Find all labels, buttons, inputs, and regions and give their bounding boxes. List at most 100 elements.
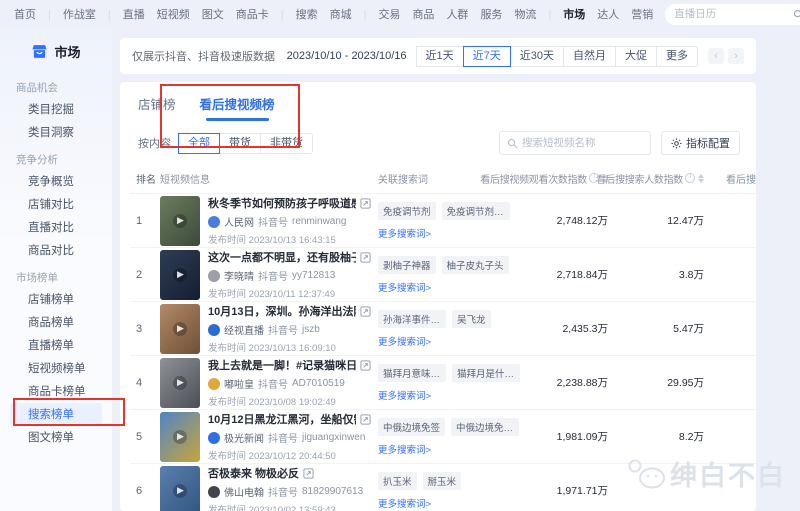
video-title[interactable]: 秋冬季节如何预防孩子呼吸道感染，钟南山... bbox=[208, 195, 356, 211]
tab-0[interactable]: 店铺榜 bbox=[138, 94, 176, 119]
top-nav-item-9[interactable]: 商品 bbox=[412, 6, 434, 22]
video-title[interactable]: 10月13日，深圳。孙海洋出法院后表示对判... bbox=[208, 303, 356, 319]
range-button-5[interactable]: 更多 bbox=[656, 46, 698, 67]
content-filter-2[interactable]: 非带货 bbox=[260, 133, 313, 154]
video-thumbnail[interactable]: ▶ bbox=[160, 412, 200, 462]
top-nav-item-5[interactable]: 商品卡 bbox=[236, 6, 284, 22]
video-title[interactable]: 10月12日黑龙江黑河，坐船仅需7分钟到达... bbox=[208, 411, 356, 427]
more-search-terms-link[interactable]: 更多搜索词> bbox=[378, 442, 528, 456]
top-nav-item-8[interactable]: 交易 bbox=[378, 6, 400, 22]
expand-icon[interactable] bbox=[303, 468, 314, 479]
douyin-id: renminwang bbox=[292, 216, 346, 227]
metric-config-button[interactable]: 指标配置 bbox=[661, 131, 740, 155]
search-term-chip: 柚子皮丸子头 bbox=[442, 256, 509, 274]
sidebar-item-6[interactable]: 直播对比 bbox=[0, 216, 112, 239]
more-search-terms-link[interactable]: 更多搜索词> bbox=[378, 388, 528, 402]
account-name[interactable]: 人民网 bbox=[224, 214, 254, 229]
video-search[interactable] bbox=[499, 131, 651, 155]
search-terms-cell: 剥柚子神器 柚子皮丸子头 更多搜索词> bbox=[378, 256, 528, 294]
rank: 3 bbox=[130, 323, 160, 335]
top-nav-item-13[interactable]: 市场 bbox=[563, 6, 585, 22]
top-nav-item-0[interactable]: 首页 bbox=[14, 6, 51, 22]
account-name[interactable]: 极光新闻 bbox=[224, 430, 264, 445]
prev-date-button[interactable]: ‹ bbox=[708, 48, 724, 64]
more-search-terms-link[interactable]: 更多搜索词> bbox=[378, 496, 528, 510]
account-name[interactable]: 佛山电翰 bbox=[224, 484, 264, 499]
date-pager: ‹ › bbox=[708, 48, 744, 64]
tab-1[interactable]: 看后搜视频榜 bbox=[200, 94, 275, 119]
top-nav-item-6[interactable]: 搜索 bbox=[296, 6, 318, 22]
video-thumbnail[interactable]: ▶ bbox=[160, 304, 200, 354]
video-title[interactable]: 这次一点都不明显，还有股柚子的清香，家... bbox=[208, 249, 356, 265]
video-thumbnail[interactable]: ▶ bbox=[160, 358, 200, 408]
expand-icon[interactable] bbox=[360, 360, 371, 371]
top-nav-item-7[interactable]: 商城 bbox=[330, 6, 367, 22]
content-filter-0[interactable]: 全部 bbox=[178, 133, 220, 154]
search-icon bbox=[793, 9, 800, 20]
more-search-terms-link[interactable]: 更多搜索词> bbox=[378, 226, 528, 240]
range-button-3[interactable]: 自然月 bbox=[563, 46, 616, 67]
top-nav-item-4[interactable]: 图文 bbox=[202, 6, 224, 22]
video-title[interactable]: 否极泰来 物极必反 bbox=[208, 465, 299, 481]
expand-icon[interactable] bbox=[360, 198, 371, 209]
play-icon: ▶ bbox=[173, 268, 187, 282]
market-icon bbox=[31, 43, 48, 60]
video-thumbnail[interactable]: ▶ bbox=[160, 196, 200, 246]
searcher-index-value: 8.2万 bbox=[608, 429, 704, 444]
sidebar-item-10[interactable]: 商品榜单 bbox=[0, 311, 112, 334]
publish-time: 2023/10/12 20:44:50 bbox=[249, 451, 336, 462]
nav-search-input[interactable] bbox=[674, 8, 789, 20]
douyin-label: 抖音号 bbox=[258, 376, 288, 391]
range-button-0[interactable]: 近1天 bbox=[416, 46, 464, 67]
rank: 1 bbox=[130, 215, 160, 227]
next-date-button[interactable]: › bbox=[728, 48, 744, 64]
publish-label: 发布时间 bbox=[208, 397, 246, 408]
video-info-cell: ▶ 秋冬季节如何预防孩子呼吸道感染，钟南山... 人民网 bbox=[160, 195, 378, 246]
top-nav-item-3[interactable]: 短视频 bbox=[157, 6, 190, 22]
sidebar-item-7[interactable]: 商品对比 bbox=[0, 239, 112, 262]
video-thumbnail[interactable]: ▶ bbox=[160, 466, 200, 511]
more-search-terms-link[interactable]: 更多搜索词> bbox=[378, 334, 528, 348]
top-nav-item-1[interactable]: 作战室 bbox=[63, 6, 111, 22]
sidebar-item-9[interactable]: 店铺榜单 bbox=[0, 288, 112, 311]
douyin-label: 抖音号 bbox=[268, 322, 298, 337]
top-nav-item-15[interactable]: 营销 bbox=[631, 6, 653, 22]
publish-label: 发布时间 bbox=[208, 451, 246, 462]
sidebar-item-5[interactable]: 店铺对比 bbox=[0, 193, 112, 216]
video-thumbnail[interactable]: ▶ bbox=[160, 250, 200, 300]
sidebar-item-14[interactable]: 搜索榜单 bbox=[10, 403, 102, 426]
top-nav-item-14[interactable]: 达人 bbox=[597, 6, 619, 22]
expand-icon[interactable] bbox=[360, 252, 371, 263]
expand-icon[interactable] bbox=[360, 414, 371, 425]
video-title[interactable]: 我上去就是一脚！#记录猫咪日常 #动物的迷... bbox=[208, 357, 356, 373]
info-icon bbox=[685, 173, 695, 183]
sidebar-item-13[interactable]: 商品卡榜单 bbox=[0, 380, 112, 403]
avatar bbox=[208, 216, 220, 228]
search-term-chip: 掰玉米 bbox=[423, 472, 462, 490]
sidebar-item-12[interactable]: 短视频榜单 bbox=[0, 357, 112, 380]
date-range[interactable]: 2023/10/10 - 2023/10/16 bbox=[287, 50, 407, 62]
top-nav-item-11[interactable]: 服务 bbox=[480, 6, 502, 22]
range-button-1[interactable]: 近7天 bbox=[463, 46, 511, 67]
account-name[interactable]: 李晓晴 bbox=[224, 268, 254, 283]
account-name[interactable]: 经视直播 bbox=[224, 322, 264, 337]
top-nav-item-12[interactable]: 物流 bbox=[514, 6, 551, 22]
range-button-2[interactable]: 近30天 bbox=[510, 46, 564, 67]
sidebar-item-15[interactable]: 图文榜单 bbox=[0, 426, 112, 449]
range-button-4[interactable]: 大促 bbox=[615, 46, 657, 67]
top-nav-item-10[interactable]: 人群 bbox=[446, 6, 468, 22]
content-filter-1[interactable]: 带货 bbox=[219, 133, 261, 154]
search-terms-cell: 孙海洋事件判... 吴飞龙 更多搜索词> bbox=[378, 310, 528, 348]
top-nav-item-2[interactable]: 直播 bbox=[123, 6, 145, 22]
account-name[interactable]: 嘟啦皇 bbox=[224, 376, 254, 391]
sidebar-item-4[interactable]: 竞争概览 bbox=[0, 170, 112, 193]
rank: 2 bbox=[130, 269, 160, 281]
video-info-cell: ▶ 我上去就是一脚！#记录猫咪日常 #动物的迷... 嘟啦皇 bbox=[160, 357, 378, 408]
expand-icon[interactable] bbox=[360, 306, 371, 317]
sidebar-item-2[interactable]: 类目洞察 bbox=[0, 121, 112, 144]
more-search-terms-link[interactable]: 更多搜索词> bbox=[378, 280, 528, 294]
sidebar-item-1[interactable]: 类目挖掘 bbox=[0, 98, 112, 121]
video-search-input[interactable] bbox=[522, 137, 643, 149]
nav-search[interactable] bbox=[665, 4, 800, 25]
sidebar-item-11[interactable]: 直播榜单 bbox=[0, 334, 112, 357]
